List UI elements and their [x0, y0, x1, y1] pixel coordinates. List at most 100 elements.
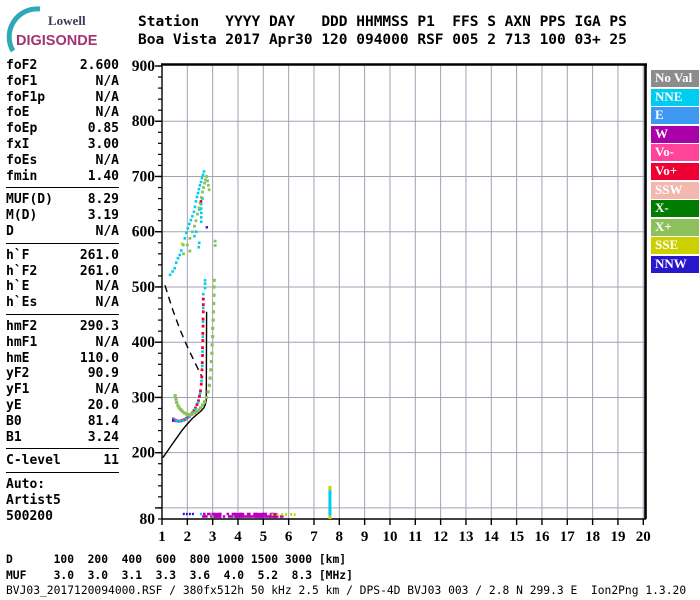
series-spread-f-scatter-nne: [199, 180, 203, 184]
series-es-row-w-lower: [222, 515, 226, 518]
series-es-row-w-blobs: [253, 512, 265, 518]
series-spread-f-scatter-nne: [197, 245, 201, 249]
series-interference-streak-sse: [328, 515, 332, 519]
series-f-trace-x-mode: [212, 278, 216, 282]
series-spread-f-scatter-nne: [193, 234, 196, 238]
series-f-trace-x-mode: [198, 406, 203, 410]
ionogram-plot: 1 2 3 4 5 6 7 8 9 10 11 12 13 14 15 16 17 18 19 20900800700…: [132, 58, 651, 545]
series-f-trace-x-mode: [202, 400, 207, 404]
series-f-trace-o-mode-vo+: [198, 394, 201, 398]
y-tick-label: 500: [132, 279, 156, 296]
y-tick-label: 900: [132, 58, 156, 75]
series-es-row-sse: [271, 513, 274, 516]
x-tick-label: 6: [285, 529, 293, 545]
series-f-trace-o-mode-vo+: [200, 368, 204, 372]
x-tick-label: 18: [585, 529, 600, 545]
x-tick-label: 1: [158, 529, 166, 545]
series-spread-f-scatter-nne: [202, 170, 206, 173]
series-f-trace-x-mode: [209, 359, 213, 364]
series-f-trace-nne-speckles: [201, 335, 205, 338]
echo-direction-legend: No Val NNE E W Vo- Vo+ SSW X- X+ SSE NNW: [651, 70, 699, 275]
legend-item-sse: SSE: [651, 237, 699, 255]
d-muf-table: D 100 200 400 600 800 1000 1500 3000 [km…: [6, 552, 353, 583]
series-f-trace-o-mode-vo+: [200, 375, 204, 379]
series-es-row-nne-upper: [199, 512, 202, 516]
series-spread-f-scatter-nne: [199, 216, 203, 219]
series-f-trace-x-mode: [174, 397, 178, 401]
series-f-trace-x-mode: [210, 351, 214, 355]
series-spread-f-scatter-nne: [196, 191, 200, 195]
series-es-row-sse: [285, 513, 288, 516]
series-stray-sse-dot: [180, 242, 184, 246]
x-tick-label: 11: [408, 529, 422, 545]
series-spread-f-scatter-x: [182, 252, 185, 256]
y-tick-label: 400: [132, 334, 156, 351]
series-f-trace-nne-speckles: [181, 419, 185, 422]
series-f-trace-o-mode-vo+: [201, 346, 204, 350]
series-es-row-w-blobs: [234, 512, 245, 518]
series-f-trace-o-mode-vo+: [201, 297, 205, 301]
series-f-trace-nne-speckles: [200, 364, 204, 368]
x-tick-label: 16: [534, 529, 550, 545]
x-tick-label: 5: [260, 529, 268, 545]
series-spread-f-scatter-x: [213, 244, 217, 247]
series-f-trace-o-mode-vo+: [201, 317, 205, 321]
series-spread-f-scatter-x: [202, 186, 205, 189]
series-f-trace-x-mode: [212, 293, 216, 297]
series-spread-f-scatter-nne: [197, 241, 201, 245]
series-spread-f-scatter-nne: [176, 256, 180, 260]
series-spread-f-scatter-x: [206, 183, 210, 187]
series-es-row-w-lower: [202, 515, 208, 518]
series-f-trace-o-mode-vo+: [201, 339, 205, 342]
series-f-trace-x-mode: [211, 310, 216, 314]
ionogram-viewer: Lowell DIGISONDE Station YYYY DAY DDD HH…: [0, 0, 700, 600]
series-f-trace-o-mode-vo+: [199, 389, 202, 393]
series-f-trace-x-mode: [206, 390, 210, 394]
series-f-trace-x-mode: [211, 326, 215, 330]
x-tick-label: 7: [310, 529, 318, 545]
series-f-trace-nne-speckles: [201, 320, 205, 324]
series-es-row-w-upper: [207, 512, 211, 516]
series-f-trace-nne-speckles: [193, 407, 197, 411]
series-es-row-nnw: [188, 512, 191, 516]
series-f-trace-o-mode-vo+: [201, 354, 204, 357]
series-spread-f-scatter-nne: [193, 205, 197, 209]
series-stray-vo+-dot: [199, 200, 203, 203]
series-f-trace-nne-speckles: [198, 392, 202, 395]
series-es-row-sse: [281, 513, 284, 516]
series-interference-streak-nne: [328, 490, 332, 516]
x-tick-label: 10: [382, 529, 397, 545]
series-spread-f-scatter-nne: [203, 282, 207, 285]
series-spread-f-scatter-nne: [191, 214, 194, 218]
series-spread-f-scatter-x: [197, 206, 201, 210]
series-spread-f-scatter-nne: [173, 266, 176, 270]
legend-item-no-val: No Val: [651, 70, 699, 87]
series-spread-f-scatter-x: [193, 224, 196, 228]
series-stray-nnw-dots: [205, 226, 209, 229]
series-spread-f-scatter-x: [213, 239, 217, 243]
series-spread-f-scatter-x: [190, 230, 194, 234]
series-es-row-sse: [276, 513, 279, 516]
x-tick-label: 17: [560, 529, 576, 545]
series-f-trace-nne-speckles: [201, 350, 204, 353]
series-spread-f-scatter-nne: [183, 237, 187, 240]
x-tick-label: 4: [234, 529, 242, 545]
series-spread-f-scatter-x: [185, 243, 189, 247]
series-es-row-w-upper: [226, 512, 230, 516]
series-spread-f-scatter-x: [207, 188, 211, 192]
muf-row: MUF 3.0 3.0 3.1 3.3 3.6 4.0 5.2 8.3 [MHz…: [6, 568, 353, 582]
series-spread-f-scatter-nne: [178, 253, 182, 257]
series-es-row-w-upper: [246, 512, 251, 516]
series-spread-f-scatter-nne: [203, 279, 207, 282]
series-f-trace-x-mode: [175, 400, 179, 405]
y-tick-label: 80: [140, 511, 156, 528]
series-f-trace-x-mode: [211, 318, 215, 322]
series-spread-f-scatter-nne: [198, 184, 202, 187]
x-tick-label: 12: [433, 529, 448, 545]
series-f-trace-o-mode-vo+: [199, 382, 203, 386]
series-f-trace-x-mode: [204, 395, 209, 400]
y-tick-label: 700: [132, 168, 156, 185]
series-f-trace-x-mode: [209, 368, 213, 372]
series-f-trace-x-mode: [212, 285, 216, 289]
series-spread-f-scatter-x: [206, 179, 209, 183]
